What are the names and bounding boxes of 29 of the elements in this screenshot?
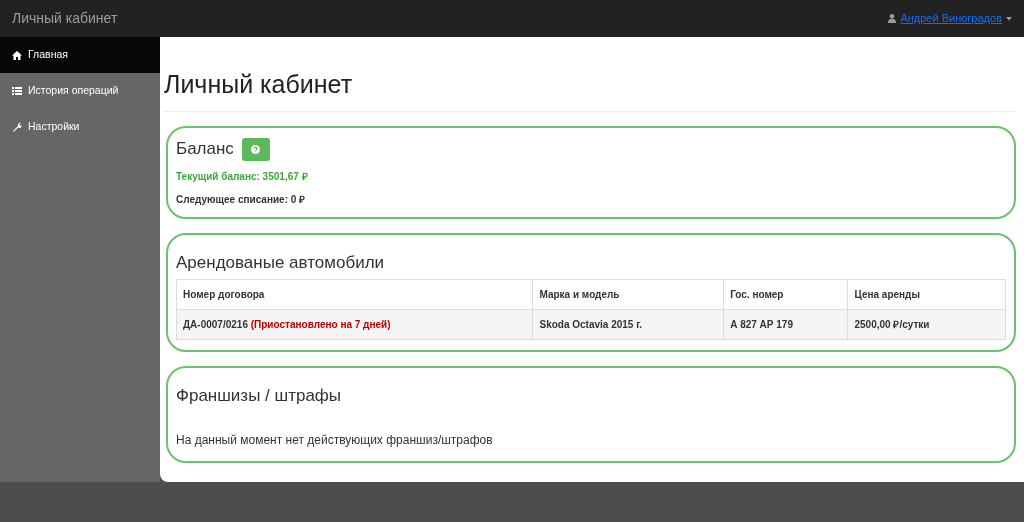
wrench-icon [12, 122, 22, 132]
sidebar-item[interactable]: История операций [0, 73, 160, 109]
help-button[interactable] [241, 138, 270, 161]
current-balance: Текущий баланс: 3501,67 ₽ [176, 170, 309, 184]
contract-number: ДА-0007/0216 [183, 319, 248, 331]
brand-title[interactable]: Личный кабинет [12, 8, 118, 29]
caret-icon [1006, 16, 1012, 21]
home-icon [12, 50, 22, 60]
table-cell: 2500,00 ₽/сутки [847, 309, 1006, 340]
status-text: (Приостановлено на 7 дней) [250, 319, 391, 331]
next-charge: Следующее списание: 0 ₽ [176, 193, 307, 207]
column-header: Цена аренды [847, 279, 1006, 310]
user-name: Андрей Виноградов [900, 11, 1002, 27]
user-icon [888, 14, 897, 23]
table-cell: А 827 АР 179 [723, 309, 848, 340]
card-title: Баланс [176, 139, 234, 160]
list-icon [12, 87, 22, 95]
question-icon [251, 145, 261, 154]
card-title: Франшизы / штрафы [176, 386, 343, 407]
sidebar-item[interactable]: Настройки [0, 109, 160, 145]
column-header: Гос. номер [723, 279, 848, 310]
empty-message: На данный момент нет действующих франшиз/штрафов [176, 431, 494, 449]
user-menu[interactable]: Андрей Виноградов [888, 10, 1012, 27]
column-header: Марка и модель [532, 279, 724, 310]
sidebar-item[interactable]: Главная [0, 37, 160, 73]
page-title: Личный кабинет [164, 69, 1016, 112]
column-header: Номер договора [176, 279, 533, 310]
card-title: Арендованые автомобили [176, 253, 386, 274]
table-cell: Skoda Octavia 2015 г. [532, 309, 724, 340]
